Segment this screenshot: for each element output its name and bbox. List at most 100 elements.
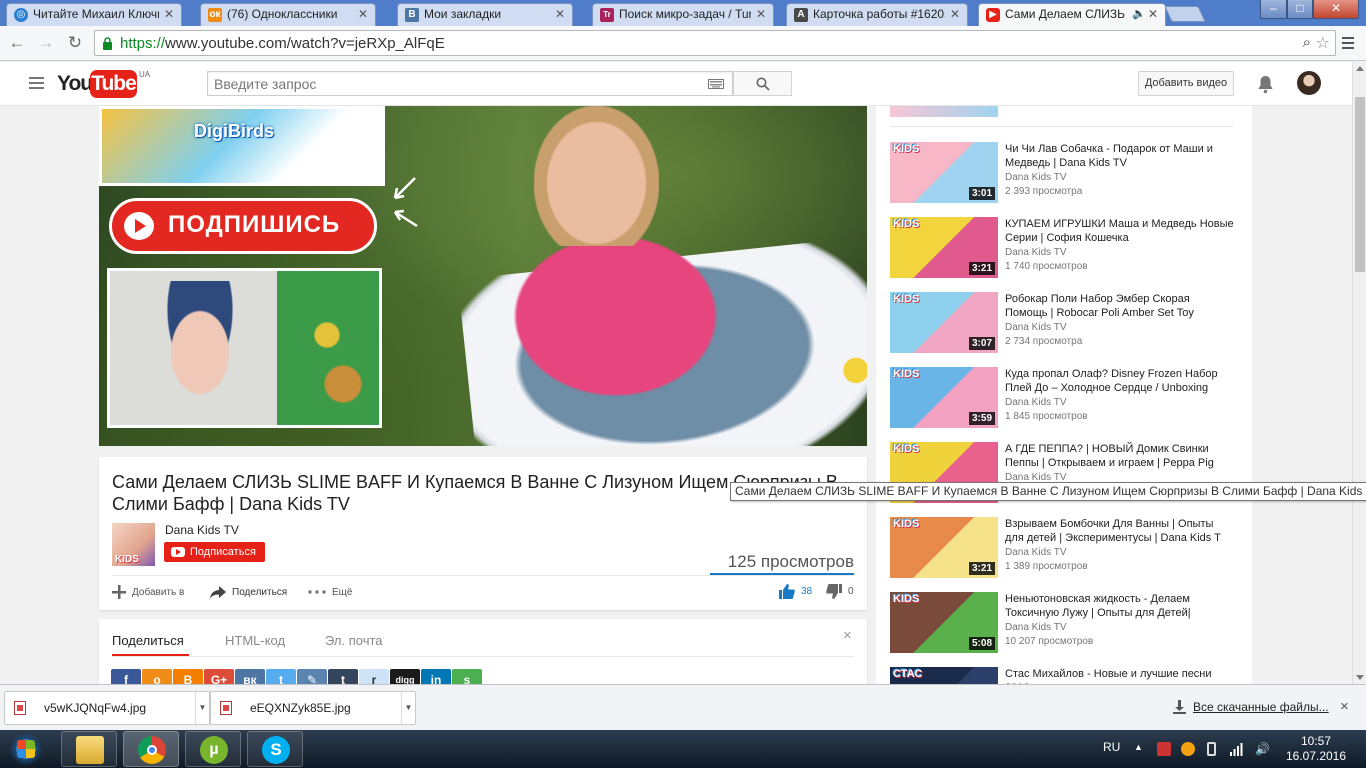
network-error-icon[interactable] [1157,742,1171,756]
chevron-down-icon[interactable]: ▼ [195,692,209,724]
tab-embed[interactable]: HTML-код [225,633,285,648]
download-item[interactable]: v5wKJQNqFw4.jpg ▼ [4,691,210,725]
tab-4[interactable]: Tr Поиск микро-задач / Tur ✕ [592,3,774,26]
tab-3[interactable]: B Мои закладки ✕ [397,3,573,26]
vk-icon: B [405,8,419,22]
speaker-icon[interactable]: 🔈 [1132,4,1146,25]
tab-close-icon[interactable]: ✕ [756,4,766,25]
like-button[interactable]: 38 [779,584,812,600]
address-bar[interactable]: https://www.youtube.com/watch?v=jeRXp_Al… [94,30,1336,56]
tab-close-icon[interactable]: ✕ [1148,4,1158,25]
taskbar-chrome[interactable] [123,731,179,767]
bookmark-star-icon[interactable]: ☆ [1316,33,1330,53]
video-thumbnail[interactable]: KIDS 3:21 [890,217,998,278]
video-thumbnail[interactable]: СТАС [890,667,998,684]
tab-title: Сами Делаем СЛИЗЬ S [1005,7,1129,21]
tab-close-icon[interactable]: ✕ [555,4,565,25]
promo-box-image[interactable]: DigiBirds [99,106,385,186]
recommended-title[interactable]: Стас Михайлов - Новые и лучшие песни 201… [1005,667,1235,684]
reload-icon[interactable]: ↻ [64,32,86,54]
tab-title: Поиск микро-задач / Tur [619,7,751,21]
recommended-video[interactable]: KIDS 3:21 Взрываем Бомбочки Для Ванны | Оп… [890,517,1240,581]
clock[interactable]: 10:57 16.07.2016 [1282,734,1350,764]
keyboard-icon[interactable] [708,79,724,89]
video-player[interactable]: DigiBirds ПОДПИШИСЬ [99,106,867,446]
forward-arrow-icon[interactable]: → [35,32,57,54]
signal-icon[interactable] [1229,742,1243,756]
video-thumbnail[interactable]: KIDS 5:08 [890,592,998,653]
picture-in-picture-image[interactable] [107,268,382,428]
search-input[interactable] [208,72,688,95]
tab-close-icon[interactable]: ✕ [164,4,174,25]
search-button[interactable] [733,71,792,96]
tab-1[interactable]: ◎ Читайте Михаил Ключин ✕ [6,3,182,26]
youtube-icon: ▶ [986,8,1000,22]
close-share-icon[interactable]: × [843,627,852,644]
recommended-video[interactable]: KIDS 5:08 Неньютоновская жидкость - Делаем… [890,592,1240,656]
scroll-down-arrow-icon[interactable] [1356,675,1364,680]
video-thumbnail[interactable]: KIDS 3:01 [890,142,998,203]
recommended-video[interactable]: KIDS 3:59 Куда пропал Олаф? Disney Frozen … [890,367,1240,431]
share-button[interactable]: Поделиться [210,585,287,601]
recommended-title[interactable]: А ГДЕ ПЕППА? | НОВЫЙ Домик Свинки Пеппы … [1005,442,1235,470]
video-thumbnail[interactable]: KIDS 3:07 [890,292,998,353]
recommended-title[interactable]: Робокар Поли Набор Эмбер Скорая Помощь |… [1005,292,1235,320]
guide-menu-icon[interactable] [29,77,44,89]
video-thumbnail-partial[interactable] [890,106,998,117]
more-button[interactable]: Ещё [308,585,352,601]
tab-close-icon[interactable]: ✕ [358,4,368,25]
tray-app-icon[interactable] [1181,742,1195,756]
notifications-bell-icon[interactable] [1257,74,1274,94]
recommended-title[interactable]: Куда пропал Олаф? Disney Frozen Набор Пл… [1005,367,1235,395]
upload-button[interactable]: Добавить видео [1138,71,1234,96]
maximize-button[interactable]: □ [1287,0,1313,19]
taskbar-explorer[interactable] [61,731,117,767]
recommended-title[interactable]: Неньютоновская жидкость - Делаем Токсичн… [1005,592,1235,620]
user-avatar[interactable] [1297,71,1321,95]
add-to-button[interactable]: Добавить в [112,585,184,601]
back-arrow-icon[interactable]: ← [6,32,28,54]
recommended-video[interactable]: KIDS 3:21 КУПАЕМ ИГРУШКИ Маша и Медведь Но… [890,217,1240,281]
chevron-down-icon[interactable]: ▼ [401,692,415,724]
taskbar-utorrent[interactable]: µ [185,731,241,767]
subscribe-overlay[interactable]: ПОДПИШИСЬ [109,198,377,254]
tab-6-active[interactable]: ▶ Сами Делаем СЛИЗЬ S 🔈 ✕ [978,3,1166,26]
battery-icon[interactable] [1207,742,1216,756]
tab-5[interactable]: A Карточка работы #16205 ✕ [786,3,968,26]
recommended-title[interactable]: Чи Чи Лав Собачка - Подарок от Маши и Ме… [1005,142,1235,170]
recommended-video[interactable]: KIDS 3:07 Робокар Поли Набор Эмбер Скорая … [890,292,1240,356]
tray-arrow-icon[interactable]: ▲ [1134,742,1148,756]
scroll-up-arrow-icon[interactable] [1356,66,1364,71]
zoom-icon[interactable]: ⌕ [1303,34,1311,51]
recommended-title[interactable]: КУПАЕМ ИГРУШКИ Маша и Медведь Новые Сери… [1005,217,1235,245]
recommended-video[interactable]: СТАС Стас Михайлов - Новые и лучшие песни… [890,667,1240,684]
dislike-button[interactable]: 0 [826,584,854,600]
explorer-icon [76,736,104,764]
page-scrollbar[interactable] [1352,62,1366,684]
close-window-button[interactable]: ✕ [1313,0,1359,19]
show-all-downloads-link[interactable]: Все скачанные файлы... [1193,700,1329,714]
tab-strip: ◎ Читайте Михаил Ключин ✕ ок (76) Однокл… [0,0,1366,26]
tab-share[interactable]: Поделиться [112,633,184,648]
tab-2[interactable]: ок (76) Одноклассники ✕ [200,3,376,26]
volume-icon[interactable]: 🔊 [1255,742,1270,756]
recommended-video[interactable]: KIDS 3:01 Чи Чи Лав Собачка - Подарок от М… [890,142,1240,206]
new-tab-button[interactable] [1164,6,1206,22]
channel-avatar[interactable]: KIDS [112,523,155,566]
language-indicator[interactable]: RU [1103,740,1120,754]
close-downloads-icon[interactable]: × [1340,698,1349,715]
subscribe-button[interactable]: Подписаться [164,542,265,562]
tab-close-icon[interactable]: ✕ [950,4,960,25]
video-thumbnail[interactable]: KIDS 3:21 [890,517,998,578]
recommended-views: 2 734 просмотра [1005,336,1083,347]
taskbar-skype[interactable]: S [247,731,303,767]
tab-email[interactable]: Эл. почта [325,633,383,648]
download-item[interactable]: eEQXNZyk85E.jpg ▼ [210,691,416,725]
recommended-title[interactable]: Взрываем Бомбочки Для Ванны | Опыты для … [1005,517,1235,545]
minimize-button[interactable]: – [1260,0,1287,19]
scrollbar-thumb[interactable] [1355,97,1365,272]
start-button[interactable] [6,730,46,768]
channel-name-link[interactable]: Dana Kids TV [165,523,239,537]
video-thumbnail[interactable]: KIDS 3:59 [890,367,998,428]
chrome-menu-icon[interactable] [1340,34,1356,52]
